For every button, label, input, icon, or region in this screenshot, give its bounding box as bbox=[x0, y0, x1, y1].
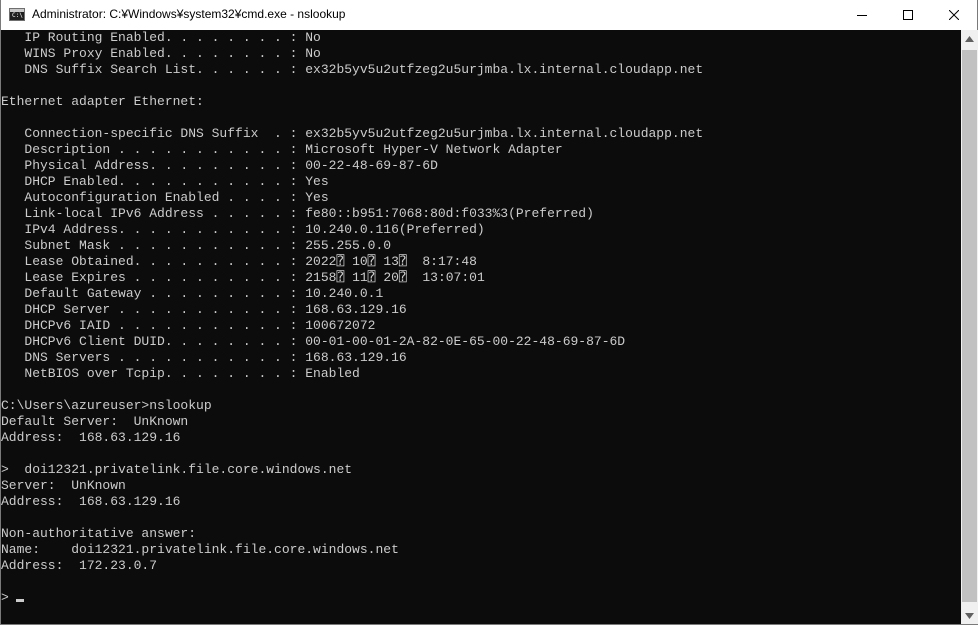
cmd-app-icon-text: C:\ bbox=[12, 12, 23, 19]
maximize-button[interactable] bbox=[885, 0, 931, 30]
vertical-scrollbar[interactable] bbox=[961, 30, 978, 624]
console-line: Connection-specific DNS Suffix . : ex32b… bbox=[1, 126, 704, 141]
scroll-up-button[interactable] bbox=[961, 30, 978, 47]
console-line: C:\Users\azureuser>nslookup bbox=[1, 398, 212, 413]
console-line: Server: UnKnown bbox=[1, 478, 126, 493]
title-bar[interactable]: C:\ Administrator: C:¥Windows¥system32¥c… bbox=[1, 0, 977, 30]
scroll-down-button[interactable] bbox=[961, 607, 978, 624]
scroll-down-arrow-icon bbox=[965, 612, 974, 619]
maximize-icon bbox=[903, 10, 913, 20]
console-line: Physical Address. . . . . . . . . : 00-2… bbox=[1, 158, 438, 173]
scrollbar-thumb[interactable] bbox=[962, 50, 977, 602]
minimize-button[interactable] bbox=[839, 0, 885, 30]
prompt-line[interactable]: > bbox=[1, 590, 703, 606]
console-line: DHCP Enabled. . . . . . . . . . . : Yes bbox=[1, 174, 329, 189]
console-line: DNS Suffix Search List. . . . . . : ex32… bbox=[1, 62, 704, 77]
close-icon bbox=[949, 10, 959, 20]
console-line: IP Routing Enabled. . . . . . . . : No bbox=[1, 30, 321, 45]
console-line: Link-local IPv6 Address . . . . . : fe80… bbox=[1, 206, 594, 221]
console-line: DHCPv6 Client DUID. . . . . . . . : 00-0… bbox=[1, 334, 626, 349]
console-line: Default Gateway . . . . . . . . . : 10.2… bbox=[1, 286, 384, 301]
window-title: Administrator: C:¥Windows¥system32¥cmd.e… bbox=[32, 7, 346, 21]
prompt-text: > bbox=[1, 590, 9, 605]
console-line: Ethernet adapter Ethernet: bbox=[1, 94, 204, 109]
console-line: Subnet Mask . . . . . . . . . . . : 255.… bbox=[1, 238, 392, 253]
scroll-up-arrow-icon bbox=[965, 35, 974, 42]
console-line: Lease Expires . . . . . . . . . . : 2158… bbox=[1, 270, 485, 285]
console-line: Address: 168.63.129.16 bbox=[1, 430, 181, 445]
console-line: Default Server: UnKnown bbox=[1, 414, 189, 429]
console-line: Address: 172.23.0.7 bbox=[1, 558, 158, 573]
console-line: WINS Proxy Enabled. . . . . . . . : No bbox=[1, 46, 321, 61]
close-button[interactable] bbox=[931, 0, 977, 30]
console-lines: IP Routing Enabled. . . . . . . . : No W… bbox=[1, 30, 703, 606]
console-output[interactable]: IP Routing Enabled. . . . . . . . : No W… bbox=[1, 30, 961, 624]
console-line: DHCPv6 IAID . . . . . . . . . . . : 1006… bbox=[1, 318, 376, 333]
console-line: > doi12321.privatelink.file.core.windows… bbox=[1, 462, 353, 477]
minimize-icon bbox=[857, 15, 867, 16]
console-line: Autoconfiguration Enabled . . . . : Yes bbox=[1, 190, 329, 205]
cmd-window: C:\ Administrator: C:¥Windows¥system32¥c… bbox=[0, 0, 978, 625]
console-line: Name: doi12321.privatelink.file.core.win… bbox=[1, 542, 399, 557]
console-line: Non-authoritative answer: bbox=[1, 526, 197, 541]
console-line: Lease Obtained. . . . . . . . . . : 2022… bbox=[1, 254, 477, 269]
console-line: DHCP Server . . . . . . . . . . . : 168.… bbox=[1, 302, 407, 317]
console-line: DNS Servers . . . . . . . . . . . : 168.… bbox=[1, 350, 407, 365]
console-line: Description . . . . . . . . . . . : Micr… bbox=[1, 142, 563, 157]
text-cursor bbox=[15, 599, 24, 602]
cmd-app-icon[interactable]: C:\ bbox=[9, 8, 25, 21]
console-line: IPv4 Address. . . . . . . . . . . : 10.2… bbox=[1, 222, 485, 237]
console-line: NetBIOS over Tcpip. . . . . . . . : Enab… bbox=[1, 366, 360, 381]
console-line: Address: 168.63.129.16 bbox=[1, 494, 181, 509]
